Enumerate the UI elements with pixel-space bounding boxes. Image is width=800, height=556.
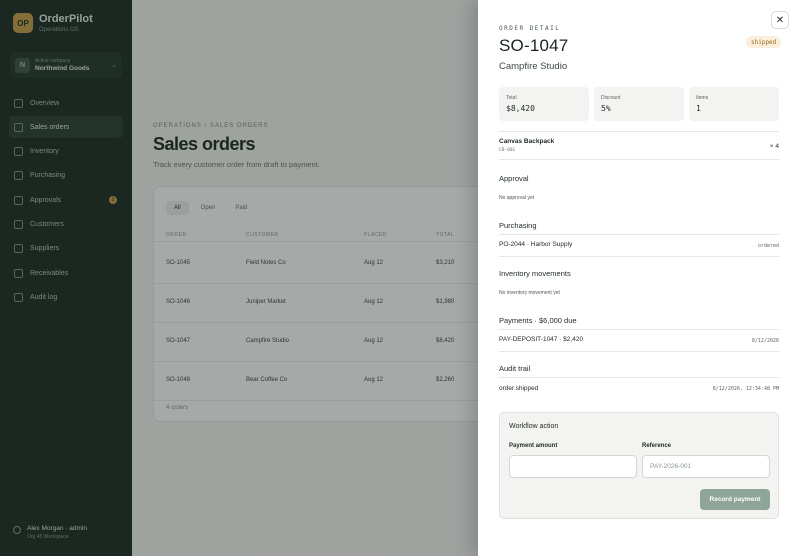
- payment-amount-input[interactable]: [509, 455, 637, 478]
- drawer-eyebrow: ORDER DETAIL: [499, 25, 561, 32]
- line-item-quantity: × 4: [769, 143, 779, 150]
- stat-label: Total: [506, 95, 517, 101]
- payment-amount-label: Payment amount: [509, 443, 558, 449]
- order-number: SO-1047: [499, 36, 569, 55]
- stat-discount: Discount 5%: [594, 87, 684, 121]
- audit-timestamp: 8/12/2026, 12:34:48 PM: [712, 386, 779, 392]
- divider: [499, 377, 779, 378]
- inventory-heading: Inventory movements: [499, 269, 571, 278]
- audit-heading: Audit trail: [499, 364, 531, 373]
- divider: [499, 159, 779, 160]
- modal-backdrop[interactable]: [0, 0, 478, 556]
- approval-empty-text: No approval yet: [499, 195, 535, 201]
- close-icon: ✕: [775, 14, 785, 26]
- divider: [499, 329, 779, 330]
- payment-date: 8/12/2026: [751, 338, 779, 344]
- close-button[interactable]: ✕: [771, 11, 789, 29]
- payment-reference: PAY-DEPOSIT-1047 · $2,420: [499, 336, 584, 343]
- line-item-sku: CB-001: [499, 148, 516, 153]
- status-badge: shipped: [746, 36, 782, 48]
- workflow-action-panel: Workflow action Payment amount Reference…: [499, 412, 779, 519]
- approval-heading: Approval: [499, 174, 529, 183]
- divider: [499, 256, 779, 257]
- line-item-name: Canvas Backpack: [499, 138, 555, 145]
- reference-label: Reference: [642, 443, 672, 449]
- workflow-heading: Workflow action: [509, 423, 559, 430]
- order-detail-drawer: ✕ ORDER DETAIL SO-1047 shipped Campfire …: [478, 0, 800, 556]
- stat-total: Total $8,420: [499, 87, 589, 121]
- payments-heading: Payments · $6,000 due: [499, 316, 577, 325]
- purchase-order[interactable]: PO-2044 · Harbor Supply: [499, 241, 572, 248]
- divider: [499, 351, 779, 352]
- stat-value: 5%: [601, 104, 611, 113]
- audit-event: order.shipped: [499, 385, 539, 392]
- stat-items: Items 1: [689, 87, 779, 121]
- reference-input[interactable]: [642, 455, 770, 478]
- stat-label: Discount: [601, 95, 621, 101]
- divider: [499, 131, 779, 132]
- record-payment-button[interactable]: Record payment: [700, 489, 770, 510]
- stat-label: Items: [696, 95, 709, 101]
- stat-value: 1: [696, 104, 701, 113]
- purchasing-heading: Purchasing: [499, 221, 537, 230]
- divider: [499, 234, 779, 235]
- stat-value: $8,420: [506, 104, 535, 113]
- inventory-empty-text: No inventory movement yet: [499, 290, 560, 296]
- purchase-order-status: ordered: [757, 243, 779, 249]
- customer-name: Campfire Studio: [499, 61, 568, 72]
